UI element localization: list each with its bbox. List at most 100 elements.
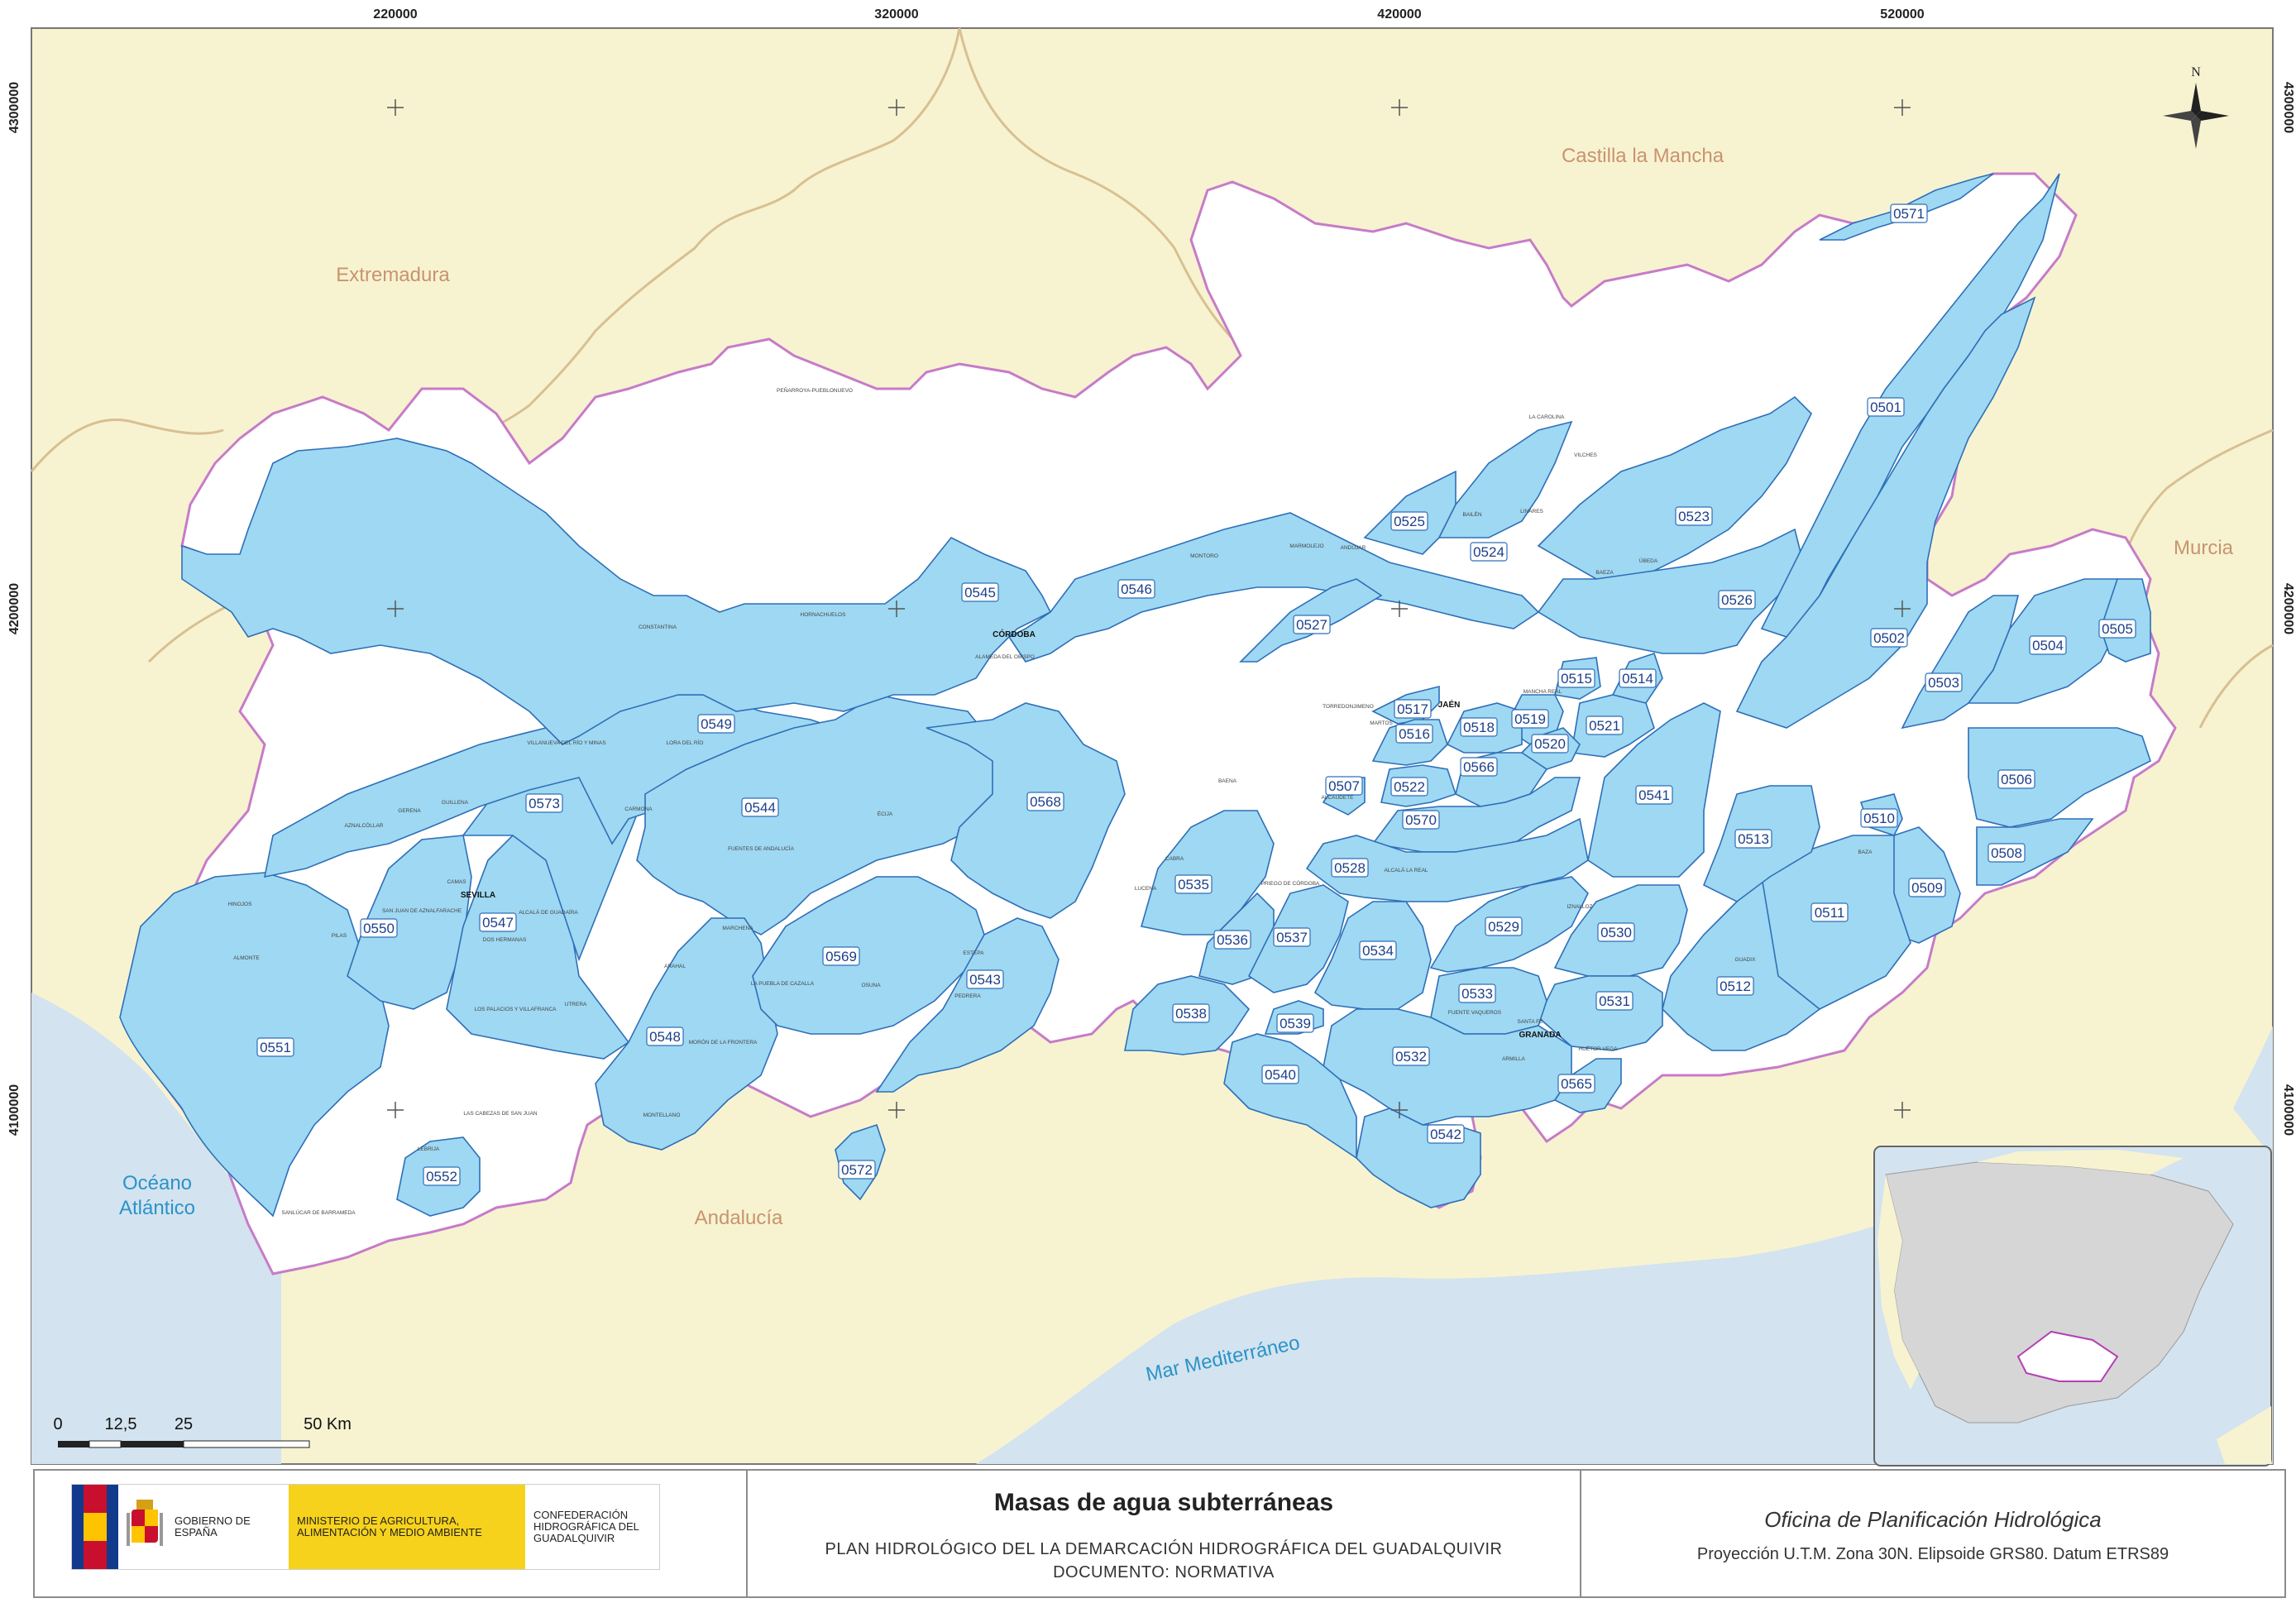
aquifer-label-0526: 0526 [1718, 590, 1756, 610]
aquifer-label-0539: 0539 [1276, 1013, 1314, 1033]
aquifer-label-0523: 0523 [1675, 506, 1713, 526]
aquifer-code-text: 0519 [1514, 711, 1546, 727]
aquifer-code-text: 0529 [1488, 919, 1519, 935]
aquifer-label-0533: 0533 [1458, 983, 1496, 1003]
easting-420000: 420000 [1377, 7, 1421, 22]
title-column: Masas de agua subterráneas PLAN HIDROLÓG… [748, 1471, 1581, 1596]
aquifer-label-0507: 0507 [1325, 776, 1363, 796]
aquifer-label-0568: 0568 [1026, 792, 1064, 811]
confederacion-text: CONFEDERACIÓN HIDROGRÁFICA DEL GUADALQUI… [533, 1509, 639, 1544]
town-label: LAS CABEZAS DE SAN JUAN [463, 1111, 538, 1117]
aquifer-code-text: 0549 [701, 716, 732, 732]
town-label: FUENTES DE ANDALUCÍA [728, 845, 794, 852]
aquifer-code-text: 0512 [1720, 979, 1751, 994]
town-label: UTRERA [565, 1002, 587, 1007]
aquifer-code-text: 0535 [1178, 877, 1209, 892]
aquifer-label-0521: 0521 [1586, 715, 1624, 735]
aquifer-label-0527: 0527 [1293, 615, 1331, 634]
aquifer-label-0540: 0540 [1261, 1065, 1299, 1084]
town-label: PRIEGO DE CÓRDOBA [1261, 879, 1320, 887]
town-label: MARMOLEJO [1289, 543, 1323, 549]
town-label: CAMAS [447, 879, 466, 885]
aquifer-label-0508: 0508 [1987, 843, 2026, 863]
aquifer-code-text: 0530 [1600, 925, 1632, 940]
gobierno-text: GOBIERNO DE ESPAÑA [175, 1514, 251, 1538]
aquifer-code-text: 0502 [1873, 630, 1905, 646]
aquifer-code-text: 0572 [841, 1162, 873, 1178]
aquifer-label-0542: 0542 [1427, 1124, 1465, 1144]
aquifer-label-0547: 0547 [479, 912, 517, 932]
aquifer-code-text: 0526 [1721, 592, 1753, 608]
city-jaen: JAÉN [1438, 699, 1461, 710]
aquifer-label-0503: 0503 [1925, 672, 1963, 692]
town-label: DOS HERMANAS [483, 937, 527, 943]
aquifer-label-0501: 0501 [1867, 397, 1905, 417]
town-label: SANTA FE [1518, 1019, 1544, 1025]
town-label: ALAMEDA DEL OBISPO [975, 654, 1035, 660]
aquifer-code-text: 0524 [1473, 544, 1504, 560]
aquifer-code-text: 0516 [1399, 726, 1430, 742]
sea-atlantic-line2: Atlántico [119, 1197, 195, 1219]
town-label: LINARES [1520, 509, 1543, 514]
town-label: MARCHENA [722, 926, 753, 931]
aquifer-label-0532: 0532 [1392, 1046, 1430, 1066]
ministerio-block: MINISTERIO DE AGRICULTURA, ALIMENTACIÓN … [289, 1485, 525, 1569]
aquifer-label-0546: 0546 [1117, 579, 1155, 599]
town-label: SAN JUAN DE AZNALFARACHE [382, 908, 462, 914]
town-label: HINOJOS [228, 902, 253, 907]
northing-4100000-left: 4100000 [7, 1084, 22, 1136]
aquifer-code-text: 0540 [1265, 1067, 1296, 1083]
map-canvas: 220000 320000 420000 520000 4300000 4200… [0, 0, 2296, 1469]
aquifer-label-0537: 0537 [1273, 927, 1311, 947]
northing-4300000-right: 4300000 [2281, 82, 2295, 133]
aquifer-code-text: 0506 [2001, 772, 2032, 787]
aquifer-label-0571: 0571 [1890, 203, 1928, 223]
town-label: MORÓN DE LA FRONTERA [689, 1038, 758, 1046]
aquifer-code-text: 0547 [482, 915, 514, 931]
town-label: MONTORO [1190, 553, 1218, 559]
town-label: FUENTE VAQUEROS [1448, 1010, 1502, 1016]
confederacion-block: CONFEDERACIÓN HIDROGRÁFICA DEL GUADALQUI… [525, 1485, 659, 1569]
plan-subtitle: PLAN HIDROLÓGICO DEL LA DEMARCACIÓN HIDR… [825, 1540, 1503, 1558]
town-label: OSUNA [861, 983, 881, 988]
aquifer-code-text: 0509 [1911, 880, 1943, 896]
aquifer-label-0538: 0538 [1172, 1003, 1210, 1023]
aquifer-label-0531: 0531 [1595, 991, 1634, 1011]
office-column: Oficina de Planificación Hidrológica Pro… [1581, 1471, 2284, 1596]
town-label: ARAHAL [664, 964, 686, 969]
aquifer-label-0522: 0522 [1390, 777, 1428, 797]
town-label: ALMONTE [233, 955, 260, 961]
aquifer-label-0518: 0518 [1460, 717, 1498, 737]
aquifer-label-0541: 0541 [1635, 785, 1673, 805]
easting-320000: 320000 [874, 7, 918, 22]
aquifer-label-0529: 0529 [1485, 916, 1523, 936]
aquifer-code-text: 0568 [1030, 794, 1061, 810]
aquifer-code-text: 0514 [1622, 671, 1653, 687]
aquifer-label-0525: 0525 [1390, 511, 1428, 531]
town-label: ÚBEDA [1639, 557, 1658, 564]
town-label: IZNALLOZ [1567, 904, 1592, 910]
map-footer: GOBIERNO DE ESPAÑA MINISTERIO DE AGRICUL… [33, 1469, 2286, 1598]
aquifer-label-0520: 0520 [1531, 734, 1569, 754]
aquifer-code-text: 0525 [1394, 514, 1425, 529]
town-label: TORREDONJIMENO [1323, 704, 1374, 710]
aquifer-code-text: 0544 [744, 800, 776, 816]
town-label: GUILLENA [442, 800, 469, 806]
aquifer-code-text: 0539 [1280, 1016, 1311, 1031]
aquifer-code-text: 0505 [2102, 621, 2133, 637]
town-label: LUCENA [1135, 886, 1157, 892]
region-castilla-la-mancha: Castilla la Mancha [1562, 145, 1724, 167]
aquifer-code-text: 0532 [1395, 1049, 1427, 1065]
aquifer-label-0513: 0513 [1734, 829, 1772, 849]
aquifer-code-text: 0537 [1276, 930, 1308, 945]
region-andalucia: Andalucía [695, 1207, 783, 1229]
northing-4200000-right: 4200000 [2281, 583, 2295, 634]
aquifer-code-text: 0527 [1296, 617, 1327, 633]
aquifer-label-0535: 0535 [1174, 874, 1213, 894]
aquifer-code-text: 0550 [363, 921, 395, 936]
aquifer-code-text: 0501 [1870, 400, 1901, 415]
aquifer-code-text: 0531 [1599, 993, 1630, 1009]
town-label: LOS PALACIOS Y VILLAFRANCA [475, 1007, 557, 1012]
town-label: SANLÚCAR DE BARRAMEDA [281, 1208, 356, 1216]
aquifer-code-text: 0571 [1893, 206, 1925, 222]
